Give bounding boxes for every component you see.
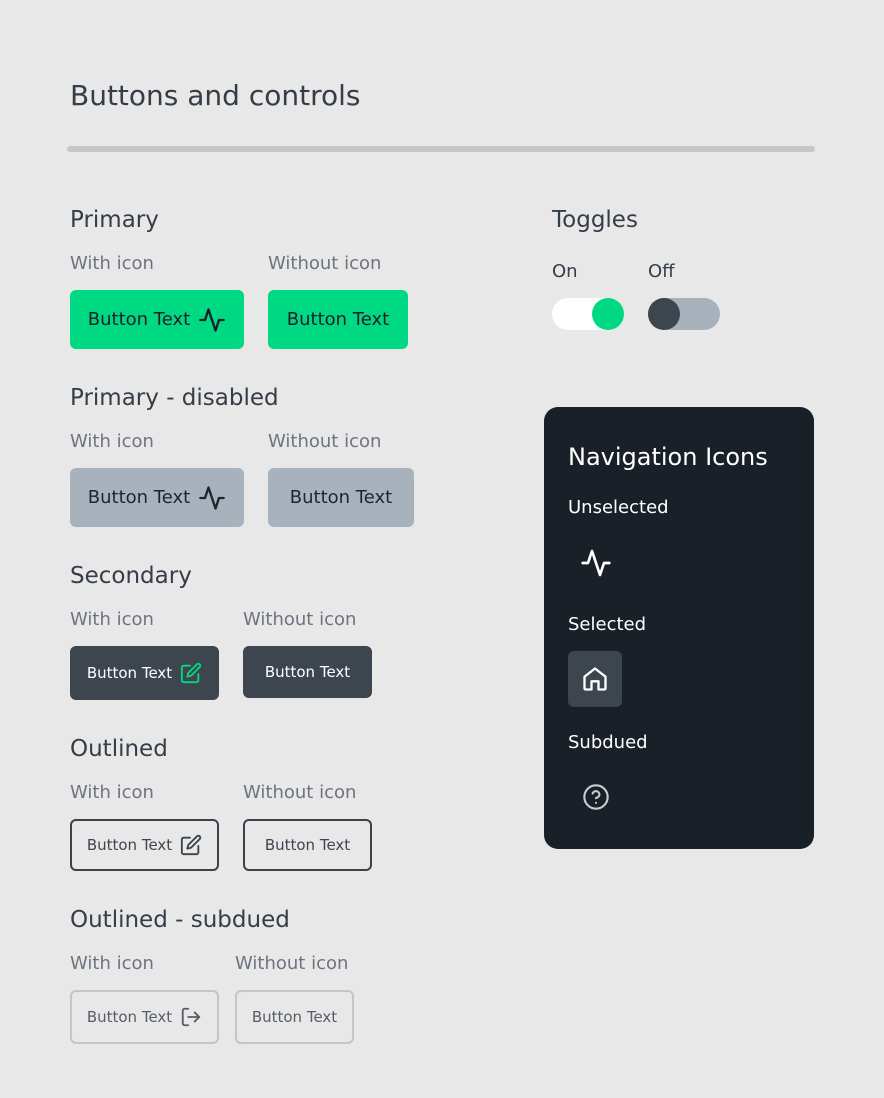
primary-button[interactable]: Button Text bbox=[268, 290, 408, 349]
outlined-without-icon-label: Without icon bbox=[243, 782, 357, 803]
help-circle-icon bbox=[583, 784, 609, 810]
home-icon bbox=[583, 667, 607, 691]
title-divider bbox=[67, 146, 815, 152]
outlined-subdued-without-icon-label: Without icon bbox=[235, 953, 349, 974]
outlined-button-label: Button Text bbox=[264, 836, 351, 854]
edit-icon bbox=[181, 834, 202, 856]
toggles-heading: Toggles bbox=[552, 207, 638, 233]
primary-button-label: Button Text bbox=[87, 309, 191, 330]
disabled-button-label: Button Text bbox=[87, 487, 191, 508]
activity-icon bbox=[581, 549, 611, 577]
disabled-button[interactable]: Button Text bbox=[268, 468, 414, 527]
outlined-button-with-icon[interactable]: Button Text bbox=[70, 819, 219, 871]
disabled-button-label: Button Text bbox=[289, 487, 393, 508]
toggle-off[interactable] bbox=[648, 298, 720, 330]
secondary-button-label: Button Text bbox=[86, 664, 173, 682]
primary-with-icon-label: With icon bbox=[70, 253, 154, 274]
activity-icon bbox=[199, 485, 226, 510]
secondary-button[interactable]: Button Text bbox=[243, 646, 372, 698]
subdued-button-with-icon[interactable]: Button Text bbox=[70, 990, 219, 1044]
subdued-button-label: Button Text bbox=[251, 1008, 338, 1026]
primary-without-icon-label: Without icon bbox=[268, 253, 382, 274]
secondary-without-icon-label: Without icon bbox=[243, 609, 357, 630]
navigation-icons-panel: Navigation Icons Unselected Selected Sub… bbox=[544, 407, 814, 849]
page-title: Buttons and controls bbox=[70, 79, 361, 112]
log-out-icon bbox=[182, 1007, 201, 1027]
subdued-button-label: Button Text bbox=[86, 1008, 173, 1026]
primary-heading: Primary bbox=[70, 207, 159, 233]
outlined-button-label: Button Text bbox=[86, 836, 173, 854]
primary-button-label: Button Text bbox=[286, 309, 390, 330]
subdued-label: Subdued bbox=[568, 732, 648, 753]
outlined-with-icon-label: With icon bbox=[70, 782, 154, 803]
unselected-label: Unselected bbox=[568, 497, 669, 518]
nav-icon-subdued[interactable] bbox=[582, 783, 610, 811]
activity-icon bbox=[199, 307, 226, 332]
toggle-knob bbox=[592, 298, 624, 330]
primary-button-with-icon[interactable]: Button Text bbox=[70, 290, 244, 349]
toggle-off-label: Off bbox=[648, 261, 675, 282]
primary-disabled-with-icon-label: With icon bbox=[70, 431, 154, 452]
outlined-button[interactable]: Button Text bbox=[243, 819, 372, 871]
secondary-button-label: Button Text bbox=[264, 663, 351, 681]
toggle-knob bbox=[648, 298, 680, 330]
navigation-panel-title: Navigation Icons bbox=[568, 443, 768, 471]
nav-icon-selected[interactable] bbox=[568, 651, 622, 707]
secondary-button-with-icon[interactable]: Button Text bbox=[70, 646, 219, 700]
secondary-heading: Secondary bbox=[70, 563, 192, 589]
subdued-button[interactable]: Button Text bbox=[235, 990, 354, 1044]
edit-icon bbox=[181, 662, 202, 684]
outlined-subdued-with-icon-label: With icon bbox=[70, 953, 154, 974]
primary-disabled-without-icon-label: Without icon bbox=[268, 431, 382, 452]
toggle-on-label: On bbox=[552, 261, 578, 282]
primary-disabled-heading: Primary - disabled bbox=[70, 385, 279, 411]
disabled-button-with-icon[interactable]: Button Text bbox=[70, 468, 244, 527]
toggle-on[interactable] bbox=[552, 298, 624, 330]
outlined-heading: Outlined bbox=[70, 736, 168, 762]
secondary-with-icon-label: With icon bbox=[70, 609, 154, 630]
outlined-subdued-heading: Outlined - subdued bbox=[70, 907, 290, 933]
selected-label: Selected bbox=[568, 614, 647, 635]
nav-icon-unselected[interactable] bbox=[580, 547, 612, 579]
